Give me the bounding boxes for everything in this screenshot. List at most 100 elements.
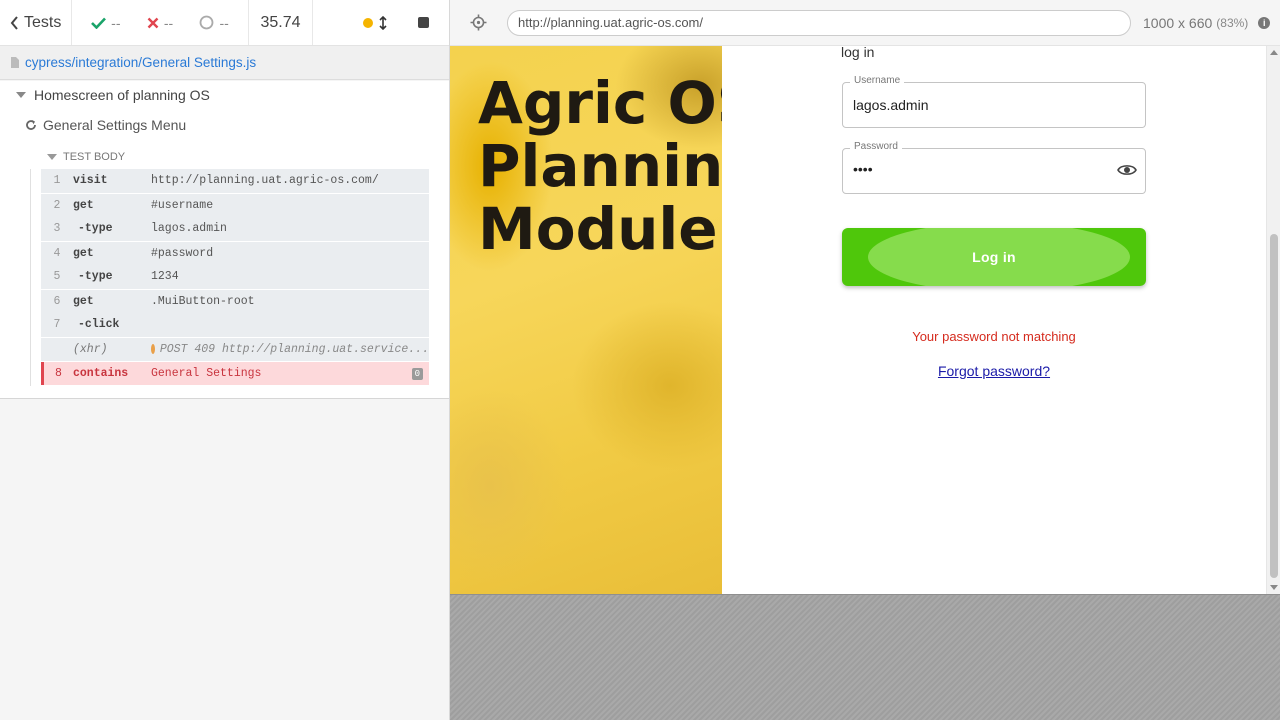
check-icon: [91, 17, 107, 29]
reporter-header: Tests -- -- -- 35.74: [0, 0, 449, 46]
scrollbar-thumb[interactable]: [1270, 234, 1278, 578]
eye-icon[interactable]: [1117, 163, 1137, 177]
command-number: 7: [53, 318, 61, 332]
login-form: log in Username lagos.admin Password •••…: [722, 46, 1266, 594]
command-name: contains: [73, 367, 129, 380]
command-group: 8 contains General Settings 0: [41, 362, 429, 386]
passed-stat: --: [91, 15, 120, 31]
pending-stat: --: [199, 14, 229, 31]
command-number: 3: [53, 222, 61, 236]
username-field[interactable]: Username lagos.admin: [842, 75, 1146, 128]
command-number: 1: [53, 174, 61, 188]
xhr-text: POST 409 http://planning.uat.service...: [159, 342, 429, 356]
test-body-label: TEST BODY: [63, 151, 126, 163]
running-dot-icon: [363, 17, 373, 28]
url-bar: http://planning.uat.agric-os.com/ 1000 x…: [450, 0, 1280, 46]
tests-label: Tests: [24, 13, 62, 31]
vertical-scrollbar[interactable]: [1266, 46, 1280, 594]
count-badge: 0: [411, 367, 423, 380]
username-label: Username: [850, 75, 905, 86]
refresh-icon: [26, 120, 36, 130]
spec-file-link[interactable]: cypress/integration/General Settings.js: [25, 55, 256, 70]
app-preview: http://planning.uat.agric-os.com/ 1000 x…: [450, 0, 1280, 720]
command-row[interactable]: 7 -click: [41, 313, 429, 337]
suite-row[interactable]: Homescreen of planning OS: [0, 81, 449, 109]
password-field[interactable]: Password ••••: [842, 141, 1146, 194]
hero-image: Agric OS Planning Module: [450, 46, 722, 594]
pending-circle-icon: [200, 15, 214, 30]
failed-stat: --: [147, 15, 173, 31]
suite-title: Homescreen of planning OS: [34, 87, 210, 103]
command-row[interactable]: 1 visit http://planning.uat.agric-os.com…: [41, 169, 429, 193]
command-message: #password: [151, 246, 214, 260]
command-message: .MuiButton-root: [151, 294, 255, 308]
caret-down-icon: [16, 92, 26, 98]
run-controls: [313, 0, 449, 45]
failed-count: --: [163, 14, 174, 31]
stop-icon[interactable]: [418, 17, 429, 28]
command-group: 2 get #username 3 -type lagos.admin: [41, 193, 429, 242]
command-row[interactable]: 3 -type lagos.admin: [41, 217, 429, 241]
viewport-scale: (83%): [1216, 15, 1249, 30]
command-row[interactable]: 6 get .MuiButton-root: [41, 290, 429, 314]
command-group: (xhr) POST 409 http://planning.uat.servi…: [41, 337, 429, 362]
selector-playground-icon[interactable]: [470, 14, 487, 31]
command-group: 6 get .MuiButton-root 7 -click: [41, 289, 429, 338]
hero-title: Agric OS Planning Module: [478, 69, 722, 263]
command-number: 4: [53, 246, 61, 260]
command-name: -click: [78, 318, 120, 332]
command-number: 6: [53, 294, 61, 308]
command-list: 1 visit http://planning.uat.agric-os.com…: [30, 169, 449, 386]
command-number: 8: [55, 367, 62, 380]
command-row[interactable]: 5 -type 1234: [41, 265, 429, 289]
command-message: http://planning.uat.agric-os.com/: [151, 174, 379, 188]
viewport-info[interactable]: 1000 x 660 (83%) i: [1143, 14, 1271, 31]
vertical-arrows-icon: [379, 15, 387, 30]
tests-back-button[interactable]: Tests: [0, 0, 72, 45]
command-name: get: [73, 294, 94, 308]
login-button-label: Log in: [972, 249, 1016, 265]
forgot-password-link[interactable]: Forgot password?: [842, 363, 1146, 379]
failed-command-row[interactable]: 8 contains General Settings 0: [41, 362, 429, 385]
test-title: General Settings Menu: [43, 117, 187, 133]
command-message: lagos.admin: [151, 222, 227, 236]
command-name: get: [73, 246, 94, 260]
pending-dot-icon: [151, 344, 155, 355]
scroll-up-icon[interactable]: [1270, 50, 1278, 55]
test-row[interactable]: General Settings Menu: [0, 111, 449, 139]
command-row[interactable]: 4 get #password: [41, 242, 429, 266]
command-message: #username: [151, 198, 214, 212]
login-button[interactable]: Log in: [842, 228, 1146, 286]
passed-count: --: [111, 14, 121, 31]
auto-scroll-toggle[interactable]: [363, 15, 387, 30]
url-input[interactable]: http://planning.uat.agric-os.com/: [507, 9, 1131, 36]
command-message: General Settings: [151, 367, 262, 380]
command-group: 1 visit http://planning.uat.agric-os.com…: [41, 169, 429, 194]
password-value: ••••: [853, 161, 873, 177]
command-group: 4 get #password 5 -type 1234: [41, 241, 429, 290]
command-number: 2: [53, 198, 61, 212]
username-value: lagos.admin: [853, 97, 929, 113]
command-number: 5: [53, 270, 61, 284]
xhr-message: POST 409 http://planning.uat.service...: [151, 343, 429, 356]
command-name: (xhr): [73, 342, 108, 356]
xhr-row[interactable]: (xhr) POST 409 http://planning.uat.servi…: [41, 338, 429, 362]
runnable-list: Homescreen of planning OS General Settin…: [0, 81, 449, 399]
command-name: -type: [78, 270, 113, 284]
command-name: get: [73, 198, 94, 212]
info-icon: i: [1258, 16, 1271, 29]
pending-count: --: [219, 14, 229, 31]
scroll-down-icon[interactable]: [1270, 585, 1278, 590]
command-message: 1234: [151, 270, 179, 284]
file-icon: [11, 57, 19, 68]
password-label: Password: [850, 141, 902, 152]
test-reporter: Tests -- -- -- 35.74 cypress/integration…: [0, 0, 450, 720]
viewport-size: 1000 x 660: [1143, 14, 1213, 31]
duration: 35.74: [249, 0, 313, 45]
test-body-header[interactable]: TEST BODY: [0, 145, 449, 169]
command-row[interactable]: 2 get #username: [41, 194, 429, 218]
command-name: visit: [73, 174, 108, 188]
caret-down-icon: [47, 154, 57, 160]
login-heading: log in: [841, 46, 875, 60]
spec-file-bar: cypress/integration/General Settings.js: [0, 46, 449, 80]
